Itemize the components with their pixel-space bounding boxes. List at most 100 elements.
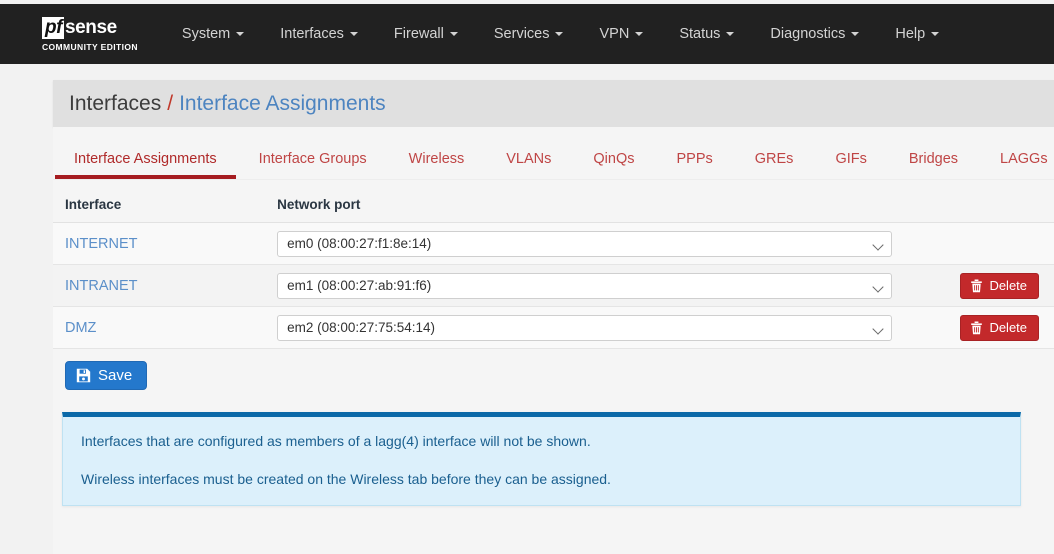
nav-item-system[interactable]: System <box>164 4 262 64</box>
nav-item-system-label: System <box>181 26 231 42</box>
tab-wireless[interactable]: Wireless <box>388 151 486 179</box>
nav-item-help-label: Help <box>895 26 926 42</box>
breadcrumb-bar: Interfaces / Interface Assignments <box>53 80 1054 127</box>
navbar-menu: System Interfaces Firewall Services VPN … <box>164 4 957 64</box>
column-header-interface: Interface <box>53 189 266 223</box>
breadcrumb-parent[interactable]: Interfaces <box>69 92 161 116</box>
tab-laggs[interactable]: LAGGs <box>979 151 1054 179</box>
interface-link-intranet[interactable]: INTRANET <box>65 278 138 294</box>
table-body: INTERNET em0 (08:00:27:f1:8e:14) INTRANE… <box>53 222 1054 349</box>
interface-assignments-table-wrap: Interface Network port INTERNET em0 (08:… <box>53 180 1054 349</box>
chevron-down-icon <box>931 32 940 36</box>
nav-item-diagnostics-label: Diagnostics <box>770 26 846 42</box>
interface-link-internet[interactable]: INTERNET <box>65 236 138 252</box>
table-row: INTRANET em1 (08:00:27:ab:91:f6) Delete <box>53 264 1054 307</box>
chevron-down-icon <box>635 32 644 36</box>
tab-bar: Interface Assignments Interface Groups W… <box>53 127 1054 180</box>
brand-pf-text: pf <box>42 16 64 39</box>
tab-qinqs[interactable]: QinQs <box>572 151 655 179</box>
save-icon <box>76 368 91 383</box>
nav-item-services-label: Services <box>493 26 550 42</box>
nav-item-services[interactable]: Services <box>476 4 582 64</box>
nav-item-interfaces-label: Interfaces <box>280 26 344 42</box>
table-header-row: Interface Network port <box>53 189 1054 223</box>
tab-interface-groups[interactable]: Interface Groups <box>238 151 388 179</box>
network-port-select-intranet-value: em1 (08:00:27:ab:91:f6) <box>287 277 432 293</box>
table-row: DMZ em2 (08:00:27:75:54:14) Delete <box>53 306 1054 349</box>
page-content: Interface Assignments Interface Groups W… <box>53 127 1054 554</box>
chevron-down-icon <box>349 32 358 36</box>
tab-qinqs-label: QinQs <box>593 151 635 167</box>
tab-ppps-label: PPPs <box>676 151 713 167</box>
nav-item-interfaces[interactable]: Interfaces <box>262 4 376 64</box>
breadcrumb-current: Interface Assignments <box>179 91 386 115</box>
cell-network-port: em1 (08:00:27:ab:91:f6) <box>265 264 949 307</box>
save-button[interactable]: Save <box>65 361 148 390</box>
trash-icon <box>971 321 983 334</box>
delete-button-intranet[interactable]: Delete <box>960 272 1040 299</box>
chevron-down-icon <box>449 32 458 36</box>
chevron-down-icon <box>872 280 884 293</box>
cell-interface: INTERNET <box>53 222 266 265</box>
tab-laggs-label: LAGGs <box>1000 151 1048 167</box>
brand-logo-wordmark: pf sense <box>42 16 117 39</box>
tab-vlans[interactable]: VLANs <box>485 151 572 179</box>
pfsense-logo[interactable]: pf sense COMMUNITY EDITION <box>42 16 138 52</box>
tab-interface-assignments[interactable]: Interface Assignments <box>53 151 238 179</box>
form-actions: Save <box>53 349 1054 390</box>
tab-wireless-label: Wireless <box>408 151 465 167</box>
brand-edition-text: COMMUNITY EDITION <box>42 42 138 53</box>
column-header-network-port: Network port <box>265 189 949 223</box>
delete-button-dmz-label: Delete <box>989 320 1028 335</box>
tab-interface-groups-label: Interface Groups <box>258 151 367 167</box>
cell-interface: DMZ <box>53 306 266 349</box>
network-port-select-internet[interactable]: em0 (08:00:27:f1:8e:14) <box>277 230 893 257</box>
info-alert-line-1: Interfaces that are configured as member… <box>81 433 591 449</box>
tab-bridges[interactable]: Bridges <box>888 151 979 179</box>
network-port-select-intranet[interactable]: em1 (08:00:27:ab:91:f6) <box>277 272 893 299</box>
tab-gifs[interactable]: GIFs <box>814 151 887 179</box>
network-port-select-dmz[interactable]: em2 (08:00:27:75:54:14) <box>277 314 893 341</box>
tab-gres[interactable]: GREs <box>734 151 815 179</box>
nav-item-firewall[interactable]: Firewall <box>376 4 476 64</box>
chevron-down-icon <box>236 32 245 36</box>
nav-item-status-label: Status <box>679 26 721 42</box>
table-row: INTERNET em0 (08:00:27:f1:8e:14) <box>53 222 1054 265</box>
interface-assignments-table: Interface Network port INTERNET em0 (08:… <box>53 189 1054 349</box>
nav-item-vpn[interactable]: VPN <box>581 4 661 64</box>
network-port-select-internet-value: em0 (08:00:27:f1:8e:14) <box>287 235 432 251</box>
interface-link-dmz[interactable]: DMZ <box>65 320 96 336</box>
nav-item-diagnostics[interactable]: Diagnostics <box>752 4 877 64</box>
nav-item-help[interactable]: Help <box>877 4 957 64</box>
chevron-down-icon <box>872 322 884 335</box>
cell-actions <box>948 222 1054 265</box>
tab-vlans-label: VLANs <box>506 151 552 167</box>
delete-button-dmz[interactable]: Delete <box>960 314 1040 341</box>
tab-gres-label: GREs <box>754 151 794 167</box>
save-button-label: Save <box>98 367 133 384</box>
cell-interface: INTRANET <box>53 264 266 307</box>
main-navbar: pf sense COMMUNITY EDITION System Interf… <box>0 4 1054 64</box>
info-alert-line-2: Wireless interfaces must be created on t… <box>81 471 611 487</box>
nav-item-vpn-label: VPN <box>599 26 630 42</box>
nav-item-firewall-label: Firewall <box>393 26 444 42</box>
table-head: Interface Network port <box>53 189 1054 223</box>
chevron-down-icon <box>872 238 884 251</box>
tab-bridges-label: Bridges <box>908 151 959 167</box>
column-header-actions <box>948 189 1054 223</box>
network-port-select-dmz-value: em2 (08:00:27:75:54:14) <box>287 319 435 335</box>
breadcrumb-separator: / <box>167 91 174 115</box>
breadcrumb: Interfaces / Interface Assignments <box>69 92 386 116</box>
delete-button-intranet-label: Delete <box>989 278 1028 293</box>
tab-gifs-label: GIFs <box>835 151 867 167</box>
cell-network-port: em0 (08:00:27:f1:8e:14) <box>265 222 949 265</box>
nav-item-status[interactable]: Status <box>661 4 752 64</box>
chevron-down-icon <box>726 32 735 36</box>
tab-interface-assignments-label: Interface Assignments <box>74 151 217 167</box>
cell-actions: Delete <box>948 306 1054 349</box>
tab-ppps[interactable]: PPPs <box>656 151 734 179</box>
trash-icon <box>971 279 983 292</box>
info-alert-box: Interfaces that are configured as member… <box>62 412 1021 506</box>
chevron-down-icon <box>555 32 564 36</box>
cell-actions: Delete <box>948 264 1054 307</box>
